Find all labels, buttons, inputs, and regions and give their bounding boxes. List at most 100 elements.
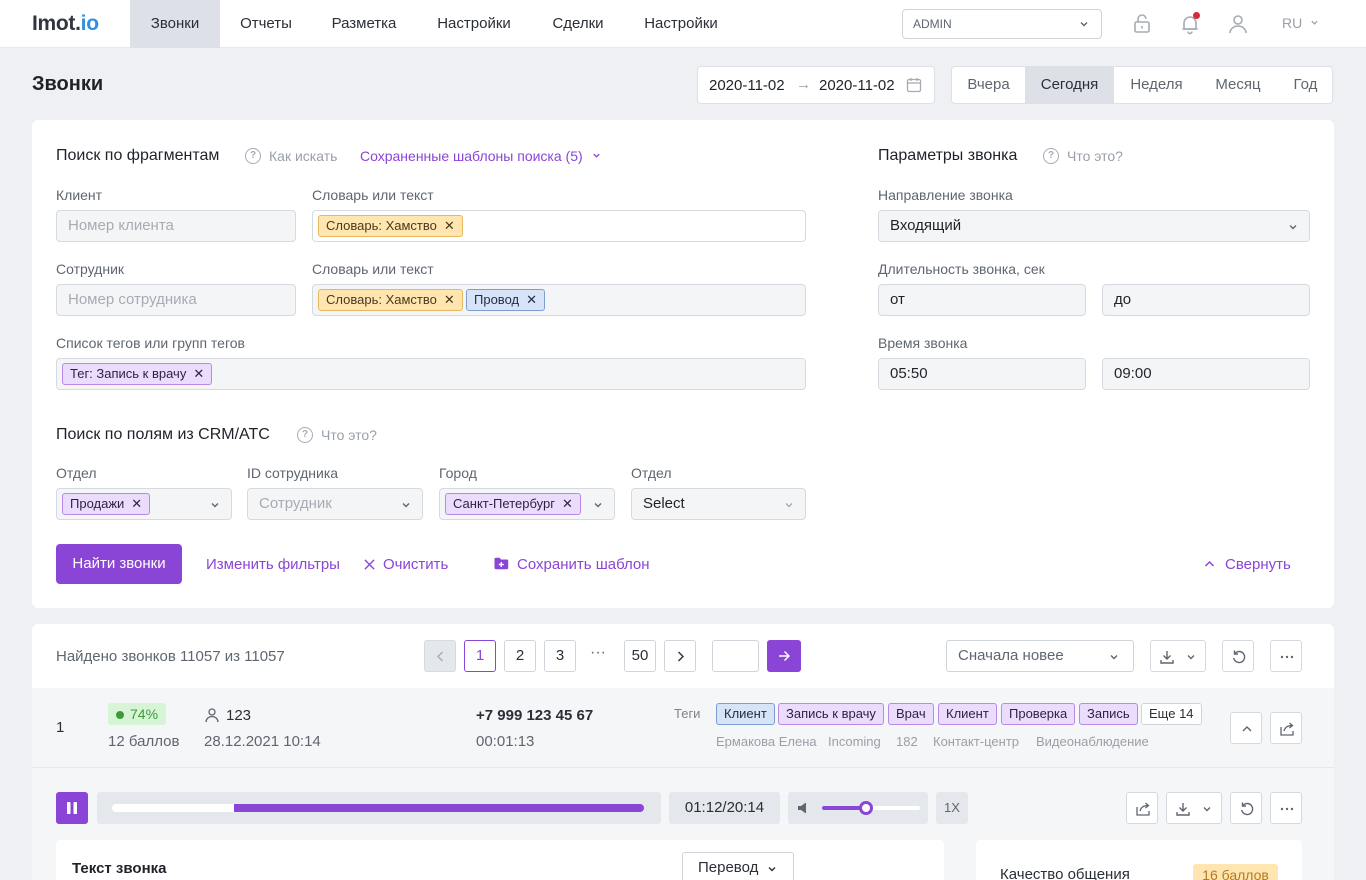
nav-item-markup[interactable]: Разметка xyxy=(312,0,416,48)
player-refresh-button[interactable] xyxy=(1230,792,1262,824)
logo-accent: io xyxy=(80,12,99,35)
period-year[interactable]: Год xyxy=(1277,67,1332,103)
department-select[interactable]: Продажи ✕ xyxy=(56,488,232,520)
employee-input[interactable]: Номер сотрудника xyxy=(56,284,296,316)
tag[interactable]: Клиент xyxy=(938,703,997,725)
player-share-button[interactable] xyxy=(1126,792,1158,824)
pause-button[interactable] xyxy=(56,792,88,824)
help-icon[interactable]: ? xyxy=(245,148,261,164)
city-label: Город xyxy=(439,465,477,481)
chip-remove-icon[interactable]: ✕ xyxy=(131,496,142,511)
help-icon[interactable]: ? xyxy=(1043,148,1059,164)
chip-remove-icon[interactable]: ✕ xyxy=(526,292,537,307)
city-chip[interactable]: Санкт-Петербург ✕ xyxy=(445,493,581,515)
page-button-50[interactable]: 50 xyxy=(624,640,656,672)
date-from[interactable]: 2020-11-02 xyxy=(709,77,785,94)
page-button-1[interactable]: 1 xyxy=(464,640,496,672)
goto-page-button[interactable] xyxy=(767,640,801,672)
duration-to-input[interactable]: до xyxy=(1102,284,1310,316)
period-today[interactable]: Сегодня xyxy=(1025,67,1114,103)
duration-label: Длительность звонка, сек xyxy=(878,261,1045,277)
tag-chip[interactable]: Тег: Запись к врачу ✕ xyxy=(62,363,213,385)
share-button[interactable] xyxy=(1270,712,1302,744)
time-from-input[interactable]: 05:50 xyxy=(878,358,1086,390)
crm-help-link[interactable]: Что это? xyxy=(321,427,377,443)
employee-id-label: ID сотрудника xyxy=(247,465,339,481)
dictionary-input[interactable]: Словарь: Хамство ✕ xyxy=(312,210,806,242)
save-template-button[interactable]: Сохранить шаблон xyxy=(494,556,650,573)
saved-templates-dropdown[interactable]: Сохраненные шаблоны поиска (5) xyxy=(360,148,601,164)
tag[interactable]: Врач xyxy=(888,703,934,725)
language-switch[interactable]: RU xyxy=(1282,15,1319,31)
nav-item-deals[interactable]: Сделки xyxy=(532,0,624,48)
notification-dot xyxy=(1193,12,1200,19)
dictionary-chip[interactable]: Словарь: Хамство ✕ xyxy=(318,215,463,237)
sort-select[interactable]: Сначала новее xyxy=(946,640,1134,672)
direction-select[interactable]: Входящий xyxy=(878,210,1310,242)
department-select-2[interactable]: Select xyxy=(631,488,806,520)
collapse-row-button[interactable] xyxy=(1230,712,1262,744)
playback-speed-button[interactable]: 1X xyxy=(936,792,968,824)
volume-icon[interactable] xyxy=(797,801,811,815)
tag[interactable]: Проверка xyxy=(1001,703,1076,725)
next-page-button[interactable] xyxy=(664,640,696,672)
client-input[interactable]: Номер клиента xyxy=(56,210,296,242)
what-is-this-link[interactable]: Что это? xyxy=(1067,148,1123,164)
prev-page-button[interactable] xyxy=(424,640,456,672)
nav-item-calls[interactable]: Звонки xyxy=(130,0,220,48)
page-button-3[interactable]: 3 xyxy=(544,640,576,672)
period-month[interactable]: Месяц xyxy=(1199,67,1277,103)
text-chip[interactable]: Провод ✕ xyxy=(466,289,545,311)
translate-dropdown[interactable]: Перевод xyxy=(682,852,794,880)
tags-input[interactable]: Тег: Запись к врачу ✕ xyxy=(56,358,806,390)
user-icon[interactable] xyxy=(1226,12,1250,36)
playback-track[interactable] xyxy=(97,792,661,824)
chip-remove-icon[interactable]: ✕ xyxy=(562,496,573,511)
employee-id-select[interactable]: Сотрудник xyxy=(247,488,423,520)
department-chip[interactable]: Продажи ✕ xyxy=(62,493,151,515)
date-range-picker[interactable]: 2020-11-02 → 2020-11-02 xyxy=(697,66,935,104)
page-button-2[interactable]: 2 xyxy=(504,640,536,672)
dictionary-chip[interactable]: Словарь: Хамство ✕ xyxy=(318,289,463,311)
department-select-value: Select xyxy=(643,495,685,512)
clear-button[interactable]: Очистить xyxy=(364,556,448,573)
download-dropdown-button[interactable] xyxy=(1150,640,1206,672)
volume-slider-handle[interactable] xyxy=(859,801,873,815)
lock-icon[interactable] xyxy=(1130,12,1154,36)
more-button[interactable] xyxy=(1270,640,1302,672)
change-filters-link[interactable]: Изменить фильтры xyxy=(206,556,340,573)
date-separator: → xyxy=(796,76,811,93)
tag[interactable]: Запись xyxy=(1079,703,1138,725)
dictionary-input-2[interactable]: Словарь: Хамство ✕ Провод ✕ xyxy=(312,284,806,316)
chip-remove-icon[interactable]: ✕ xyxy=(193,366,204,381)
score-badge: 74% xyxy=(108,703,166,725)
duration-from-input[interactable]: от xyxy=(878,284,1086,316)
goto-page-input[interactable] xyxy=(712,640,759,672)
app-logo[interactable]: Imot.io xyxy=(32,12,99,36)
call-row[interactable] xyxy=(32,688,1334,768)
role-select[interactable]: ADMIN xyxy=(902,9,1102,39)
calendar-icon[interactable] xyxy=(906,77,922,93)
phone-number[interactable]: +7 999 123 45 67 xyxy=(476,707,593,724)
chip-remove-icon[interactable]: ✕ xyxy=(444,218,455,233)
player-download-button[interactable] xyxy=(1166,792,1222,824)
how-to-search-link[interactable]: Как искать xyxy=(269,148,337,164)
volume-control[interactable] xyxy=(788,792,928,824)
tag[interactable]: Запись к врачу xyxy=(778,703,884,725)
help-icon[interactable]: ? xyxy=(297,427,313,443)
tag[interactable]: Клиент xyxy=(716,703,775,725)
find-calls-button[interactable]: Найти звонки xyxy=(56,544,182,584)
time-to-input[interactable]: 09:00 xyxy=(1102,358,1310,390)
period-yesterday[interactable]: Вчера xyxy=(952,67,1025,103)
chip-remove-icon[interactable]: ✕ xyxy=(444,292,455,307)
nav-item-settings[interactable]: Настройки xyxy=(416,0,532,48)
refresh-button[interactable] xyxy=(1222,640,1254,672)
more-tags-button[interactable]: Еще 14 xyxy=(1141,703,1202,725)
nav-item-settings-2[interactable]: Настройки xyxy=(624,0,738,48)
player-more-button[interactable] xyxy=(1270,792,1302,824)
date-to[interactable]: 2020-11-02 xyxy=(819,77,895,94)
city-select[interactable]: Санкт-Петербург ✕ xyxy=(439,488,615,520)
nav-item-reports[interactable]: Отчеты xyxy=(220,0,312,48)
collapse-button[interactable]: Свернуть xyxy=(1204,556,1291,573)
period-week[interactable]: Неделя xyxy=(1114,67,1199,103)
